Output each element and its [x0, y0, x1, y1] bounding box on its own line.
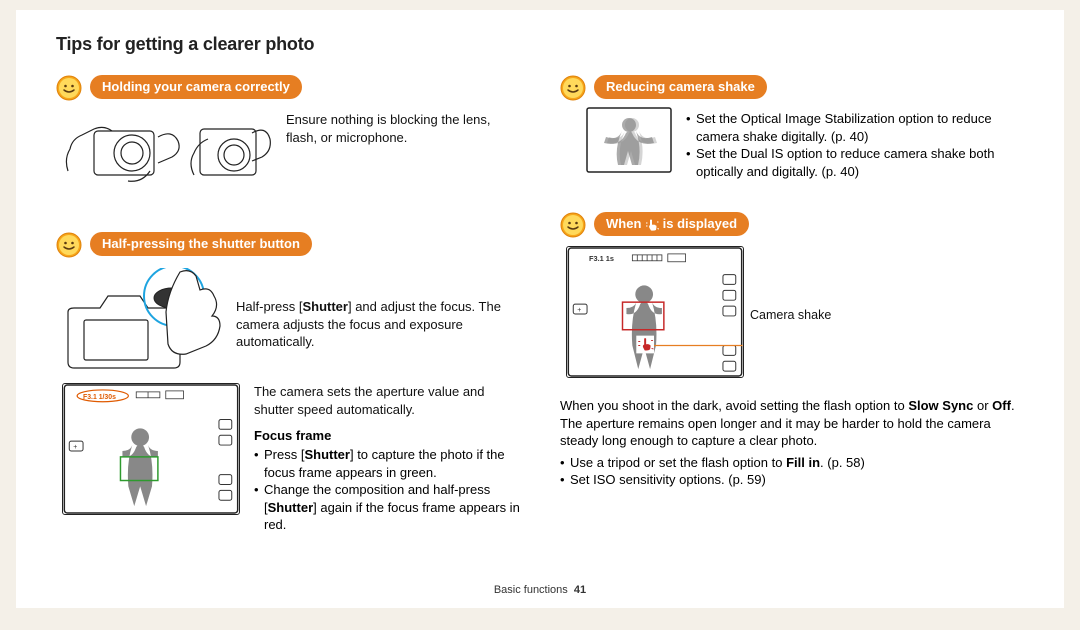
shake-hand-icon [645, 218, 659, 232]
svg-text:+: + [577, 307, 581, 314]
bullet-iso: Set ISO sensitivity options. (p. 59) [560, 471, 1024, 489]
text-ensure-nothing-blocking: Ensure nothing is blocking the lens, fla… [286, 111, 520, 200]
bullet-press-shutter-green: Press [Shutter] to capture the photo if … [254, 446, 520, 481]
bullet-dual-is: Set the Dual IS option to reduce camera … [686, 145, 1024, 180]
illustration-holding-camera [62, 111, 272, 200]
smiley-icon [560, 75, 586, 101]
camera-screen-shake-warning: + F3.1 1s [566, 246, 744, 383]
page-title: Tips for getting a clearer photo [56, 34, 1024, 55]
svg-text:F3.1 1/30s: F3.1 1/30s [83, 394, 116, 401]
label-focus-frame: Focus frame [254, 428, 520, 443]
svg-text:F3.1 1s: F3.1 1s [589, 254, 614, 263]
text-shoot-dark: When you shoot in the dark, avoid settin… [560, 397, 1024, 450]
bullet-use-tripod: Use a tripod or set the flash option to … [560, 454, 1024, 472]
heading-reducing-shake: Reducing camera shake [594, 75, 767, 99]
heading-holding-camera: Holding your camera correctly [90, 75, 302, 99]
heading-half-pressing-shutter: Half-pressing the shutter button [90, 232, 312, 256]
illustration-half-press [62, 268, 222, 381]
bullet-change-composition: Change the composition and half-press [S… [254, 481, 520, 534]
footer: Basic functions 41 [16, 584, 1064, 596]
illustration-blurry-photo [586, 107, 672, 178]
camera-screen-focus-frame: + F3.1 1/30s [62, 383, 240, 534]
bullet-ois: Set the Optical Image Stabilization opti… [686, 110, 1024, 145]
smiley-icon [56, 75, 82, 101]
text-half-press-description: Half-press [Shutter] and adjust the focu… [236, 298, 520, 351]
smiley-icon [560, 212, 586, 238]
heading-when-shake-displayed: When is displayed [594, 212, 749, 236]
smiley-icon [56, 232, 82, 258]
callout-camera-shake: Camera shake [750, 308, 831, 322]
text-aperture-shutter-auto: The camera sets the aperture value and s… [254, 383, 520, 418]
svg-text:+: + [73, 444, 77, 451]
